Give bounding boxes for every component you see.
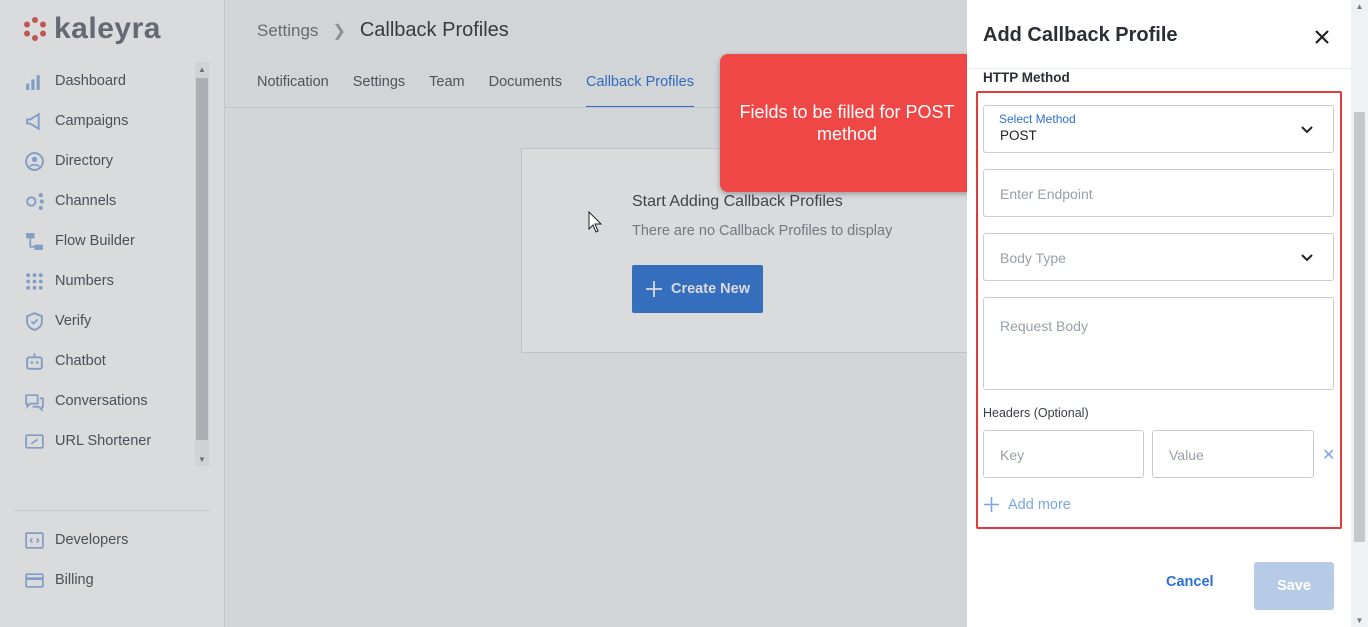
method-select-label: Select Method xyxy=(999,112,1076,126)
request-body-textarea[interactable]: Request Body xyxy=(983,297,1334,390)
header-key-placeholder: Key xyxy=(1000,447,1025,463)
header-value-placeholder: Value xyxy=(1169,447,1204,463)
add-more-button[interactable]: Add more xyxy=(983,496,1071,513)
panel-scrollbar[interactable]: ▲ ▼ xyxy=(1351,0,1368,627)
annotation-callout-text: Fields to be filled for POST method xyxy=(739,102,955,144)
close-icon[interactable] xyxy=(1310,25,1334,49)
method-select-value: POST xyxy=(1000,128,1037,143)
cancel-button[interactable]: Cancel xyxy=(1166,574,1214,590)
headers-label: Headers (Optional) xyxy=(983,406,1089,420)
scroll-up-arrow-icon[interactable]: ▲ xyxy=(1351,2,1368,11)
body-type-placeholder: Body Type xyxy=(1000,250,1066,266)
chevron-down-icon xyxy=(1301,254,1313,262)
request-body-placeholder: Request Body xyxy=(1000,318,1088,334)
scrollbar-thumb[interactable] xyxy=(1354,112,1365,542)
panel-header-divider xyxy=(967,68,1351,69)
endpoint-input[interactable]: Enter Endpoint xyxy=(983,169,1334,217)
http-method-label: HTTP Method xyxy=(983,70,1070,85)
body-type-select[interactable]: Body Type xyxy=(983,233,1334,281)
header-value-input[interactable]: Value xyxy=(1152,430,1314,478)
endpoint-placeholder: Enter Endpoint xyxy=(1000,186,1093,202)
method-select[interactable]: Select Method POST xyxy=(983,105,1334,153)
plus-icon xyxy=(984,497,999,512)
chevron-down-icon xyxy=(1301,126,1313,134)
mouse-pointer-icon xyxy=(588,211,602,233)
annotation-callout: Fields to be filled for POST method xyxy=(720,54,974,192)
add-more-label: Add more xyxy=(1008,496,1071,513)
remove-header-icon[interactable]: ✕ xyxy=(1322,445,1335,465)
scroll-down-arrow-icon[interactable]: ▼ xyxy=(1351,616,1368,625)
add-callback-profile-panel: Add Callback Profile HTTP Method Select … xyxy=(967,0,1368,627)
save-button[interactable]: Save xyxy=(1254,562,1334,610)
header-key-input[interactable]: Key xyxy=(983,430,1144,478)
panel-title: Add Callback Profile xyxy=(983,24,1178,46)
